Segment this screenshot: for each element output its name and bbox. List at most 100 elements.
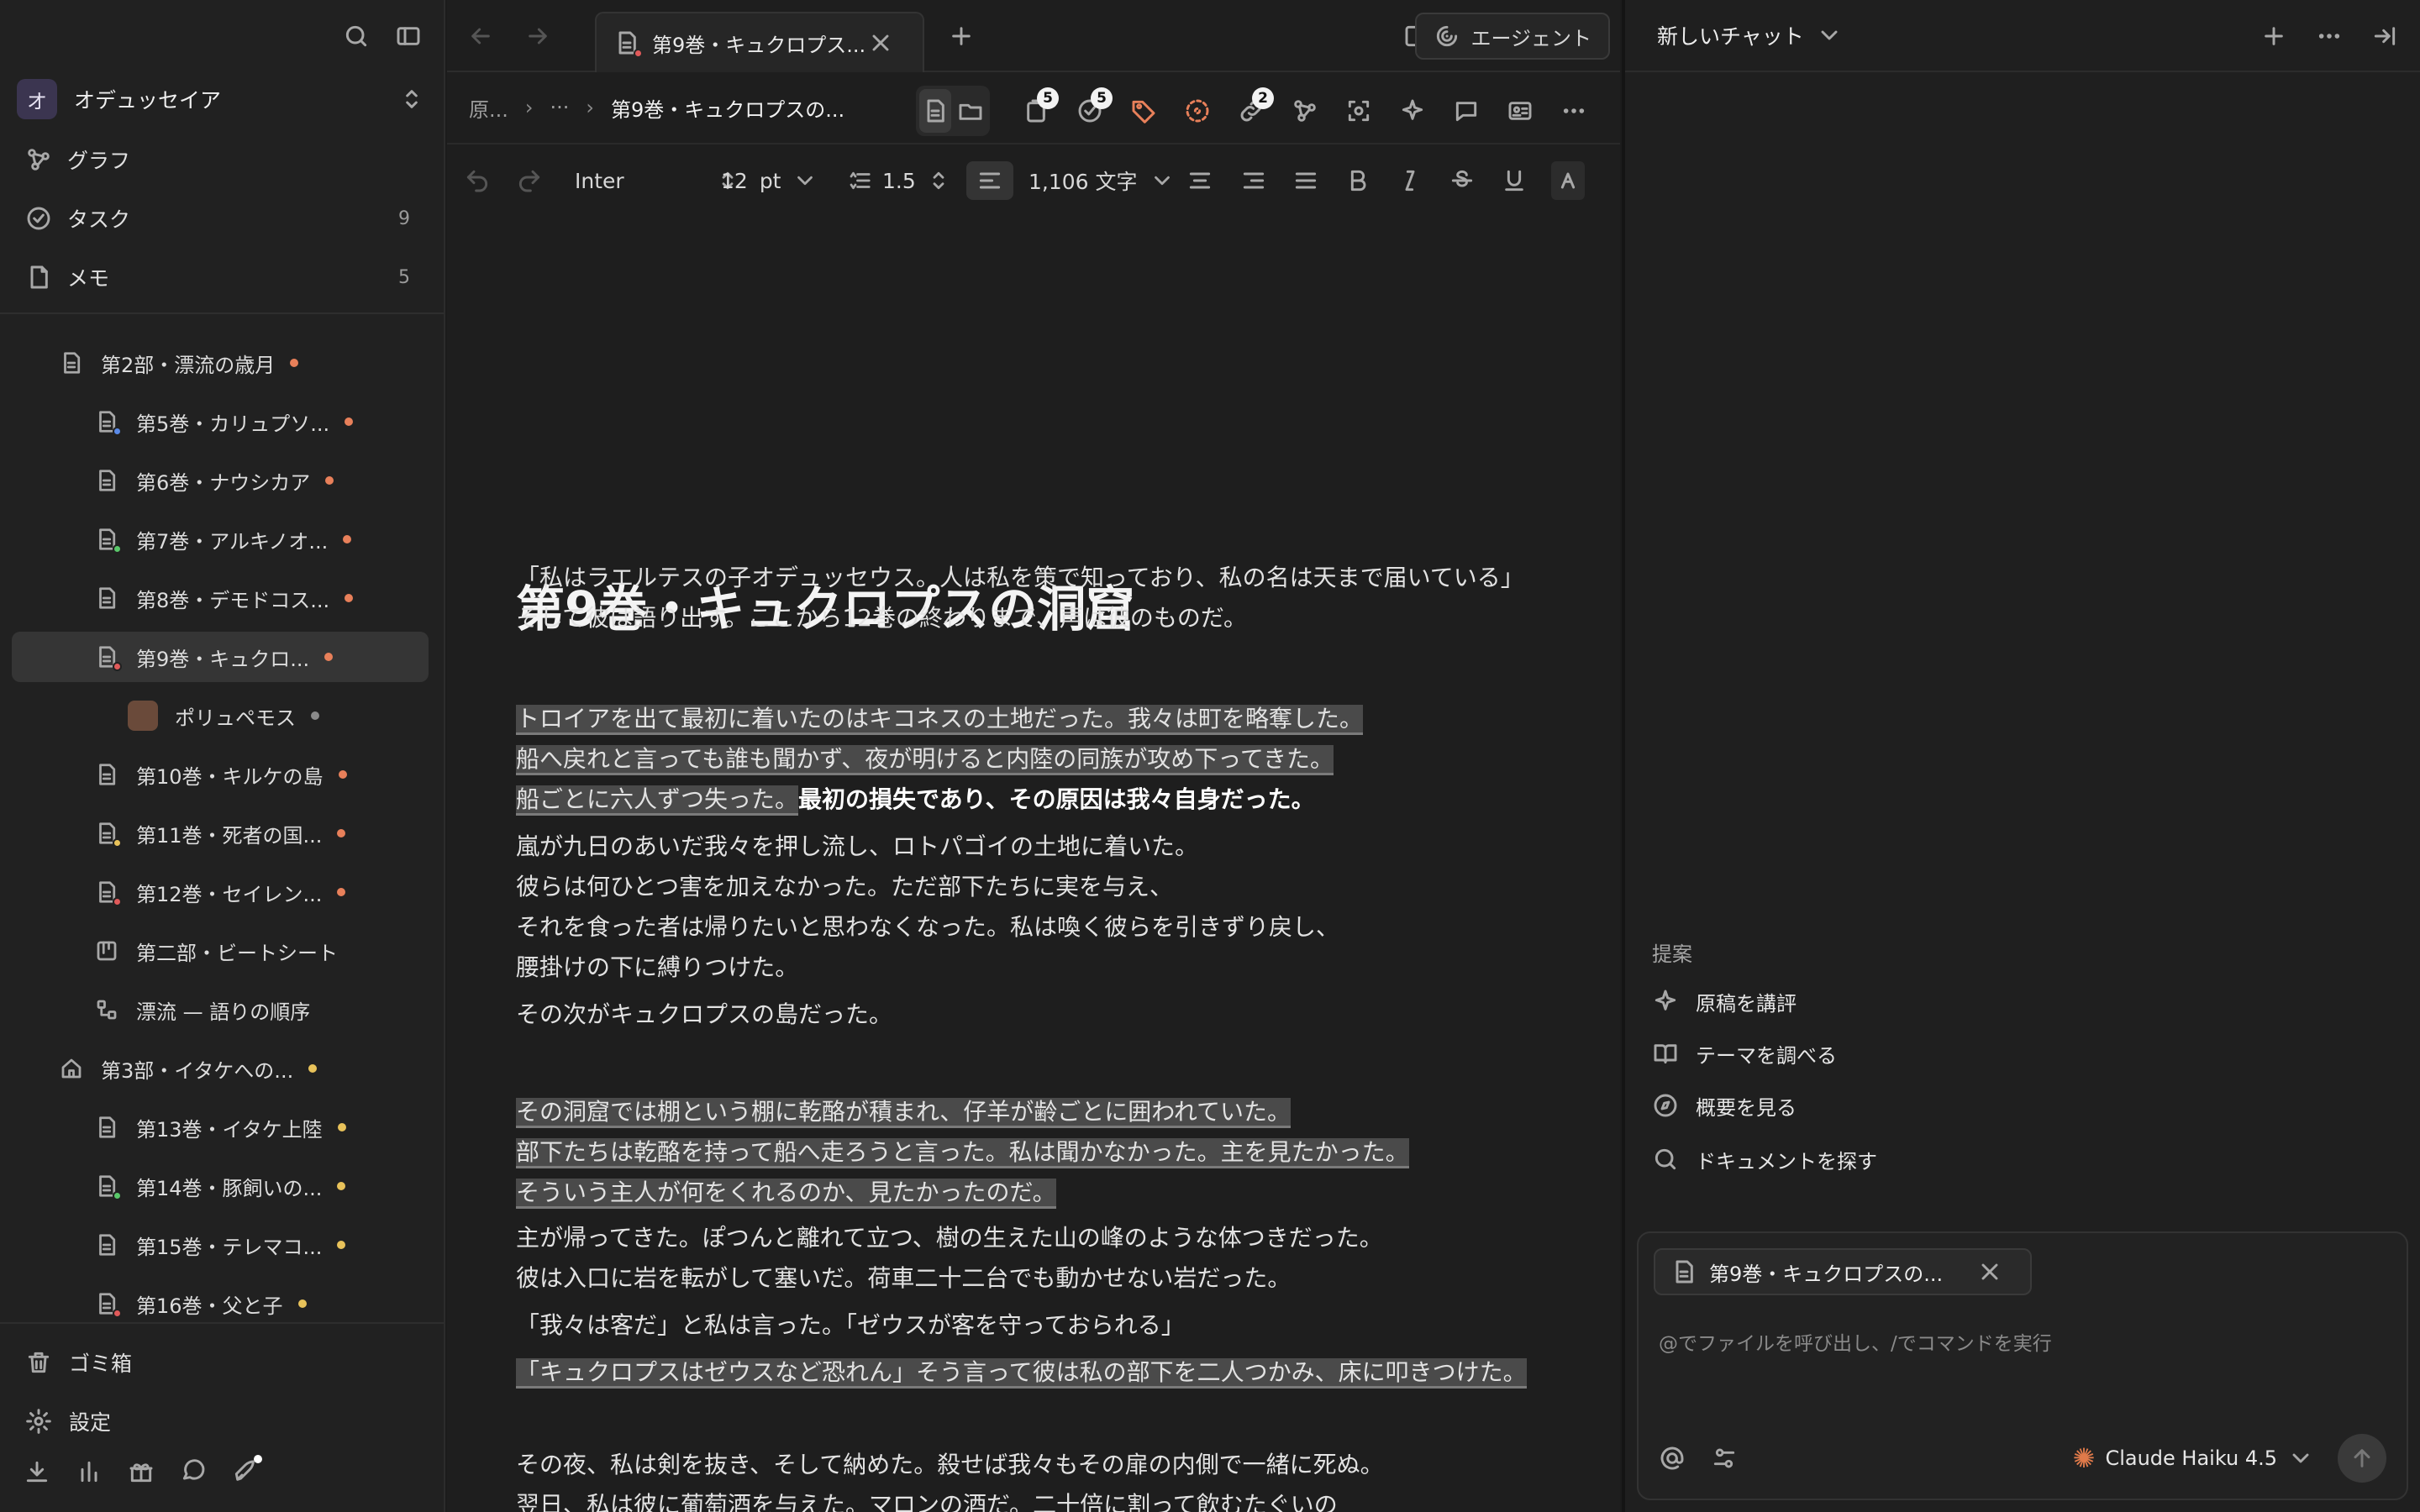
chevron-down-icon bbox=[1150, 168, 1175, 193]
tree-item-book13[interactable]: 第13巻・イタケ上陸 bbox=[94, 1102, 430, 1152]
paragraph-line: その次がキュクロプスの島だった。 bbox=[516, 1000, 893, 1028]
highlighted-text: 「キュクロプスはゼウスなど恐れん」そう言って彼は私の部下を二人つかみ、床に叩きつ… bbox=[516, 1358, 1527, 1389]
links-button[interactable]: 2 bbox=[1235, 87, 1274, 133]
tree-item-polyphemus[interactable]: ポリュペモス bbox=[128, 690, 430, 741]
align-left-icon[interactable] bbox=[966, 161, 1013, 200]
tree-item-part3[interactable]: 第3部・イタケへの... bbox=[59, 1043, 430, 1094]
tree-item-order[interactable]: 漂流 — 語りの順序 bbox=[94, 984, 430, 1035]
status-dot bbox=[290, 359, 299, 367]
tree-item-part2[interactable]: 第2部・漂流の歳月 bbox=[59, 338, 430, 388]
comment-button[interactable] bbox=[1450, 89, 1482, 133]
highlighted-text: 船ごとに六人ずつ失った。 bbox=[516, 785, 799, 816]
tag-button[interactable] bbox=[1128, 89, 1160, 133]
gear-icon bbox=[25, 1408, 52, 1435]
paragraph-line: 主が帰ってきた。ぽつんと離れて立つ、樹の生えた山の峰のような体つきだった。 bbox=[516, 1224, 1383, 1252]
font-select[interactable]: Inter bbox=[575, 161, 740, 200]
claude-spark-icon: ✺ bbox=[2072, 1442, 2096, 1474]
align-justify-icon[interactable] bbox=[1292, 161, 1319, 200]
suggestion-research-theme[interactable]: テーマを調べる bbox=[1652, 1035, 1837, 1072]
sidebar-toggle-icon[interactable] bbox=[395, 23, 422, 50]
tree-item-beatsheet[interactable]: 第二部・ビートシート bbox=[94, 926, 430, 976]
attached-document-chip[interactable]: 第9巻・キュクロプスの... bbox=[1654, 1248, 2033, 1295]
folder-view-button[interactable] bbox=[955, 89, 986, 133]
tree-item-book10[interactable]: 第10巻・キルケの島 bbox=[94, 749, 430, 800]
paragraph-line: 「我々は客だ」と私は言った。「ゼウスが客を守っておられる」 bbox=[516, 1311, 1185, 1339]
graph-button[interactable] bbox=[1289, 89, 1321, 133]
send-button[interactable] bbox=[2338, 1434, 2386, 1483]
chat-title[interactable]: 新しいチャット bbox=[1657, 20, 1804, 50]
search-icon[interactable] bbox=[343, 23, 370, 50]
suggestion-review-draft[interactable]: 原稿を講評 bbox=[1652, 983, 1797, 1020]
chevron-down-icon[interactable] bbox=[1816, 22, 1843, 49]
settings-sliders-icon[interactable] bbox=[1711, 1445, 1738, 1472]
files-button[interactable]: 5 bbox=[1020, 87, 1059, 133]
line-height-select[interactable]: 1.5 bbox=[847, 161, 951, 200]
align-center-icon[interactable] bbox=[1186, 161, 1213, 200]
collapse-panel-icon[interactable] bbox=[2371, 23, 2398, 50]
bold-icon[interactable] bbox=[1344, 161, 1371, 200]
model-selector[interactable]: ✺ Claude Haiku 4.5 bbox=[2073, 1442, 2314, 1474]
suggestion-view-overview[interactable]: 概要を見る bbox=[1652, 1087, 1797, 1124]
trash-button[interactable]: ゴミ箱 bbox=[25, 1342, 132, 1383]
strikethrough-icon[interactable] bbox=[1449, 161, 1476, 200]
gift-icon[interactable] bbox=[128, 1458, 155, 1485]
tree-item-book5[interactable]: 第5巻・カリュプソ... bbox=[94, 396, 430, 447]
tree-item-book7[interactable]: 第7巻・アルキノオ... bbox=[94, 514, 430, 564]
tree-item-book8[interactable]: 第8巻・デモドコス... bbox=[94, 573, 430, 623]
more-horizontal-icon bbox=[1560, 97, 1587, 124]
rocket-icon[interactable] bbox=[232, 1455, 262, 1485]
font-size-select[interactable]: 12 pt bbox=[721, 161, 818, 200]
card-button[interactable] bbox=[1504, 89, 1536, 133]
chat-input[interactable]: @でファイルを呼び出し、/でコマンドを実行 bbox=[1659, 1327, 2052, 1356]
plus-icon[interactable] bbox=[2260, 23, 2287, 50]
suggestion-find-document[interactable]: ドキュメントを探す bbox=[1652, 1141, 1877, 1178]
tree-item-book14[interactable]: 第14巻・豚飼いの... bbox=[94, 1161, 430, 1211]
new-tab-plus-icon[interactable] bbox=[948, 23, 975, 50]
status-button[interactable] bbox=[1181, 89, 1213, 133]
ai-sparkle-button[interactable] bbox=[1397, 89, 1428, 133]
back-arrow-icon[interactable] bbox=[467, 23, 494, 50]
book-open-icon bbox=[1652, 1040, 1679, 1067]
tree-item-book9[interactable]: 第9巻・キュクロ... bbox=[12, 632, 429, 682]
breadcrumb-root[interactable]: 原... bbox=[469, 93, 508, 123]
agent-label: エージェント bbox=[1470, 26, 1591, 50]
tab-document[interactable]: 第9巻・キュクロプス... bbox=[595, 12, 924, 72]
status-dot bbox=[337, 829, 346, 837]
nav-graph[interactable]: グラフ bbox=[25, 139, 425, 180]
tag-icon bbox=[1130, 97, 1157, 124]
at-mention-icon[interactable] bbox=[1659, 1445, 1686, 1472]
undo-icon[interactable] bbox=[464, 161, 491, 200]
line-spacing-icon bbox=[847, 168, 872, 193]
breadcrumb-current[interactable]: 第9巻・キュクロプスの... bbox=[611, 93, 844, 123]
settings-button[interactable]: 設定 bbox=[25, 1401, 111, 1441]
document-view-button[interactable] bbox=[919, 89, 951, 133]
workspace-switcher[interactable]: オ オデュッセイア bbox=[17, 79, 425, 119]
more-horizontal-icon[interactable] bbox=[2316, 23, 2343, 50]
breadcrumb-ellipsis[interactable]: ··· bbox=[550, 96, 570, 119]
tree-item-book15[interactable]: 第15巻・テレマコ... bbox=[94, 1220, 430, 1270]
chat-bubble-icon[interactable] bbox=[180, 1458, 207, 1485]
nav-notes[interactable]: メモ 5 bbox=[25, 257, 425, 297]
more-button[interactable] bbox=[1558, 89, 1590, 133]
word-count-select[interactable]: 1,106 文字 bbox=[1028, 161, 1175, 200]
italic-icon[interactable] bbox=[1397, 161, 1423, 200]
chat-header-actions bbox=[2260, 23, 2398, 50]
tasks-button[interactable]: 5 bbox=[1074, 87, 1113, 133]
agent-button[interactable]: エージェント bbox=[1415, 13, 1610, 60]
focus-button[interactable] bbox=[1343, 89, 1375, 133]
close-icon[interactable] bbox=[1976, 1258, 2003, 1285]
download-icon[interactable] bbox=[24, 1458, 50, 1485]
tree-item-book11[interactable]: 第11巻・死者の国... bbox=[94, 808, 430, 858]
forward-arrow-icon[interactable] bbox=[524, 23, 551, 50]
tree-item-book16[interactable]: 第16巻・父と子 bbox=[94, 1278, 430, 1329]
tree-item-book6[interactable]: 第6巻・ナウシカア bbox=[94, 455, 430, 506]
nav-tasks[interactable]: タスク 9 bbox=[25, 198, 425, 239]
status-dot bbox=[324, 653, 334, 661]
align-right-icon[interactable] bbox=[1240, 161, 1267, 200]
text-color-icon[interactable] bbox=[1551, 161, 1585, 200]
close-icon[interactable] bbox=[867, 29, 894, 56]
underline-icon[interactable] bbox=[1501, 161, 1528, 200]
redo-icon[interactable] bbox=[516, 161, 543, 200]
stats-icon[interactable] bbox=[76, 1458, 103, 1485]
tree-item-book12[interactable]: 第12巻・セイレン... bbox=[94, 867, 430, 917]
